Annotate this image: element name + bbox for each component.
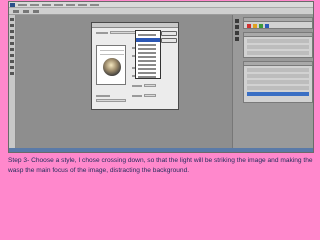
layer-row[interactable] xyxy=(247,74,309,78)
crop-tool-icon[interactable] xyxy=(10,36,14,39)
layer-row[interactable] xyxy=(247,80,309,84)
dropdown-option[interactable] xyxy=(138,48,156,50)
dropdown-option[interactable] xyxy=(138,34,156,36)
menu-item[interactable] xyxy=(18,4,27,6)
swatch[interactable] xyxy=(265,24,269,28)
lasso-tool-icon[interactable] xyxy=(10,30,14,33)
adjustment-row[interactable] xyxy=(247,51,309,55)
marquee-tool-icon[interactable] xyxy=(10,24,14,27)
dropdown-option[interactable] xyxy=(138,60,156,62)
field[interactable] xyxy=(144,84,156,87)
brush-tool-icon[interactable] xyxy=(10,42,14,45)
dropdown-option[interactable] xyxy=(138,56,156,58)
menu-item[interactable] xyxy=(78,4,87,6)
layer-row-selected[interactable] xyxy=(247,92,309,96)
panel-header[interactable] xyxy=(244,18,312,22)
dialog-title-bar[interactable] xyxy=(92,23,178,28)
option-control[interactable] xyxy=(13,10,19,13)
gradient-tool-icon[interactable] xyxy=(10,60,14,63)
panel-header[interactable] xyxy=(244,33,312,37)
dropdown-option[interactable] xyxy=(138,52,156,54)
menu-item[interactable] xyxy=(42,4,51,6)
os-taskbar xyxy=(9,148,313,152)
swatches-panel xyxy=(243,17,313,29)
panel-header[interactable] xyxy=(244,62,312,66)
editor-screenshot xyxy=(8,1,314,153)
adjustments-panel xyxy=(243,32,313,58)
tools-panel xyxy=(9,15,16,152)
panel-icon[interactable] xyxy=(235,19,239,23)
style-dropdown-list xyxy=(135,30,161,79)
swatch[interactable] xyxy=(253,24,257,28)
dropdown-option[interactable] xyxy=(138,64,156,66)
adjustment-row[interactable] xyxy=(247,45,309,49)
menu-item[interactable] xyxy=(30,4,39,6)
style-label xyxy=(96,32,108,34)
option-control[interactable] xyxy=(23,10,29,13)
preview-pane xyxy=(96,45,126,85)
text-tool-icon[interactable] xyxy=(10,66,14,69)
style-select[interactable] xyxy=(110,31,136,34)
swatch[interactable] xyxy=(259,24,263,28)
panel-icon[interactable] xyxy=(235,31,239,35)
panel-icon[interactable] xyxy=(235,25,239,29)
move-tool-icon[interactable] xyxy=(10,18,14,21)
option-control[interactable] xyxy=(33,10,39,13)
step-caption: Step 3- Choose a style, I chose crossing… xyxy=(8,157,313,174)
texture-select[interactable] xyxy=(96,99,126,102)
zoom-tool-icon[interactable] xyxy=(10,72,14,75)
dropdown-option[interactable] xyxy=(138,68,156,70)
light-guide xyxy=(100,50,124,51)
ok-button[interactable] xyxy=(161,31,177,36)
adjustment-row[interactable] xyxy=(247,39,309,43)
options-bar xyxy=(9,8,313,15)
dropdown-option[interactable] xyxy=(138,44,156,46)
field-label xyxy=(132,95,142,97)
preview-image[interactable] xyxy=(103,58,121,76)
panel-dock xyxy=(232,15,313,152)
field[interactable] xyxy=(144,94,156,97)
texture-label xyxy=(96,95,110,97)
menu-item[interactable] xyxy=(54,4,63,6)
menu-item[interactable] xyxy=(90,4,99,6)
menu-item[interactable] xyxy=(66,4,75,6)
dropdown-option[interactable] xyxy=(138,72,156,74)
light-guide xyxy=(100,54,124,55)
stamp-tool-icon[interactable] xyxy=(10,48,14,51)
cancel-button[interactable] xyxy=(161,38,177,43)
field-label xyxy=(132,85,142,87)
dropdown-option[interactable] xyxy=(138,76,156,78)
layer-row[interactable] xyxy=(247,86,309,90)
eraser-tool-icon[interactable] xyxy=(10,54,14,57)
dropdown-option-selected[interactable] xyxy=(136,38,160,42)
swatch[interactable] xyxy=(247,24,251,28)
app-logo-icon xyxy=(10,3,15,7)
panel-icon[interactable] xyxy=(235,37,239,41)
layer-row[interactable] xyxy=(247,68,309,72)
layers-panel xyxy=(243,61,313,103)
